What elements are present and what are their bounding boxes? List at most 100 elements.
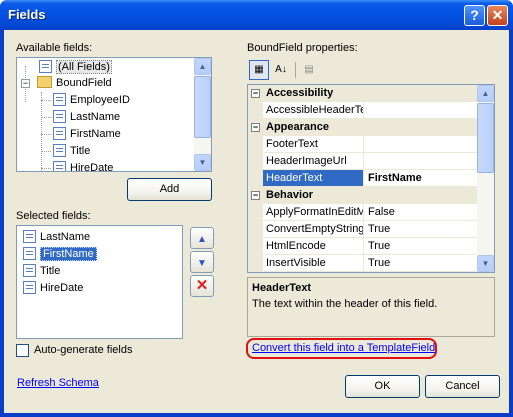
- property-pages-icon: ▤: [304, 64, 314, 75]
- property-toolbar: ▦ A↓ ▤: [247, 59, 495, 82]
- selected-fields-label: Selected fields:: [16, 210, 91, 222]
- list-item-selected[interactable]: FirstName: [23, 246, 97, 262]
- property-name: ConvertEmptyString: [263, 221, 364, 237]
- property-name: HeaderImageUrl: [263, 153, 364, 169]
- scroll-thumb[interactable]: [477, 103, 494, 173]
- category-label: Behavior: [266, 189, 314, 201]
- property-name: AccessibleHeaderTe: [263, 102, 364, 118]
- properties-label: BoundField properties:: [247, 42, 358, 54]
- property-pages-button[interactable]: ▤: [299, 60, 319, 80]
- property-value[interactable]: FirstName: [365, 170, 422, 186]
- convert-templatefield-link[interactable]: Convert this field into a TemplateField: [252, 342, 435, 354]
- property-value[interactable]: True: [365, 238, 390, 254]
- tree-item-label: (All Fields): [56, 60, 112, 74]
- tree-item-label: Title: [70, 145, 91, 157]
- property-name: ApplyFormatInEditM: [263, 204, 364, 220]
- tree-item-all-fields[interactable]: (All Fields): [39, 59, 112, 75]
- move-up-button[interactable]: ▲: [190, 227, 214, 249]
- field-icon: [53, 93, 66, 106]
- refresh-schema-link[interactable]: Refresh Schema: [17, 377, 99, 389]
- collapse-icon[interactable]: −: [251, 191, 260, 200]
- available-fields-label: Available fields:: [16, 42, 93, 54]
- property-name: HtmlEncode: [263, 238, 364, 254]
- delete-icon: ✕: [195, 277, 209, 294]
- scroll-thumb[interactable]: [194, 76, 211, 138]
- delete-field-button[interactable]: ✕: [190, 275, 214, 297]
- field-icon: [23, 247, 36, 260]
- auto-generate-label[interactable]: Auto-generate fields: [34, 344, 132, 356]
- move-down-button[interactable]: ▼: [190, 251, 214, 273]
- list-item[interactable]: Title: [23, 263, 60, 279]
- field-icon: [53, 110, 66, 123]
- title-bar[interactable]: Fields ? ✕: [0, 0, 513, 30]
- ok-button[interactable]: OK: [345, 375, 420, 398]
- property-name: HeaderText: [263, 170, 364, 186]
- property-row[interactable]: FooterText: [248, 136, 479, 153]
- list-item[interactable]: LastName: [23, 229, 90, 245]
- tree-item-lastname[interactable]: LastName: [53, 109, 120, 125]
- property-row[interactable]: HeaderText FirstName: [248, 170, 479, 187]
- description-body: The text within the header of this field…: [252, 298, 438, 310]
- property-row[interactable]: ApplyFormatInEditM False: [248, 204, 479, 221]
- arrow-up-icon: ▲: [197, 234, 207, 245]
- tree-item-label: BoundField: [56, 77, 112, 89]
- field-icon: [53, 144, 66, 157]
- tree-item-hiredate[interactable]: HireDate: [53, 160, 114, 172]
- property-grid[interactable]: − Accessibility AccessibleHeaderTe − Appeara…: [247, 84, 495, 273]
- categorized-button[interactable]: ▦: [249, 60, 269, 80]
- list-item-label: Title: [40, 265, 61, 277]
- scroll-up-icon[interactable]: ▲: [477, 85, 494, 102]
- property-row[interactable]: HtmlEncode True: [248, 238, 479, 255]
- tree-item-boundfield[interactable]: BoundField: [37, 75, 112, 91]
- tree-item-title[interactable]: Title: [53, 143, 90, 159]
- property-name: FooterText: [263, 136, 364, 152]
- available-fields-tree[interactable]: (All Fields) − BoundField EmployeeID Las…: [16, 57, 212, 172]
- scroll-up-icon[interactable]: ▲: [194, 58, 211, 75]
- property-row[interactable]: AccessibleHeaderTe: [248, 102, 479, 119]
- cancel-button[interactable]: Cancel: [425, 375, 500, 398]
- property-category[interactable]: − Accessibility: [248, 85, 479, 102]
- property-category[interactable]: − Appearance: [248, 119, 479, 136]
- field-icon: [23, 264, 36, 277]
- selected-fields-list[interactable]: LastName FirstName Title HireDate: [16, 225, 183, 339]
- tree-item-firstname[interactable]: FirstName: [53, 126, 121, 142]
- field-icon: [23, 230, 36, 243]
- property-value[interactable]: True: [365, 221, 390, 237]
- tree-item-label: LastName: [70, 111, 121, 123]
- collapse-icon[interactable]: −: [251, 89, 260, 98]
- scroll-down-icon[interactable]: ▼: [194, 154, 211, 171]
- list-item-label: LastName: [40, 231, 91, 243]
- fields-icon: [39, 60, 52, 73]
- auto-generate-checkbox[interactable]: [16, 344, 29, 357]
- tree-item-employeeid[interactable]: EmployeeID: [53, 92, 130, 108]
- scroll-down-icon[interactable]: ▼: [477, 255, 494, 272]
- list-item[interactable]: HireDate: [23, 280, 83, 296]
- available-scrollbar[interactable]: ▲ ▼: [194, 58, 211, 171]
- category-label: Accessibility: [266, 87, 334, 99]
- property-category[interactable]: − Behavior: [248, 187, 479, 204]
- property-scrollbar[interactable]: ▲ ▼: [477, 85, 494, 272]
- fields-dialog: Fields ? ✕ Available fields: (All Fields…: [0, 0, 513, 417]
- list-item-label: FirstName: [40, 247, 97, 261]
- close-button[interactable]: ✕: [487, 5, 508, 26]
- alphabetical-button[interactable]: A↓: [271, 60, 291, 80]
- window-title: Fields: [8, 7, 46, 22]
- help-button[interactable]: ?: [464, 5, 485, 26]
- arrow-down-icon: ▼: [197, 258, 207, 269]
- tree-item-label: HireDate: [70, 162, 114, 172]
- add-button[interactable]: Add: [127, 178, 212, 201]
- property-value[interactable]: True: [365, 255, 390, 271]
- property-row[interactable]: InsertVisible True: [248, 255, 479, 272]
- collapse-icon[interactable]: −: [21, 79, 30, 88]
- property-row[interactable]: HeaderImageUrl: [248, 153, 479, 170]
- property-description: HeaderText The text within the header of…: [247, 277, 495, 337]
- sort-alpha-icon: A↓: [275, 64, 287, 75]
- tree-item-label: EmployeeID: [70, 94, 130, 106]
- field-icon: [23, 281, 36, 294]
- property-value[interactable]: False: [365, 204, 395, 220]
- collapse-icon[interactable]: −: [251, 123, 260, 132]
- description-title: HeaderText: [252, 282, 312, 294]
- property-row[interactable]: ConvertEmptyString True: [248, 221, 479, 238]
- tree-item-label: FirstName: [70, 128, 121, 140]
- toolbar-separator: [295, 62, 296, 78]
